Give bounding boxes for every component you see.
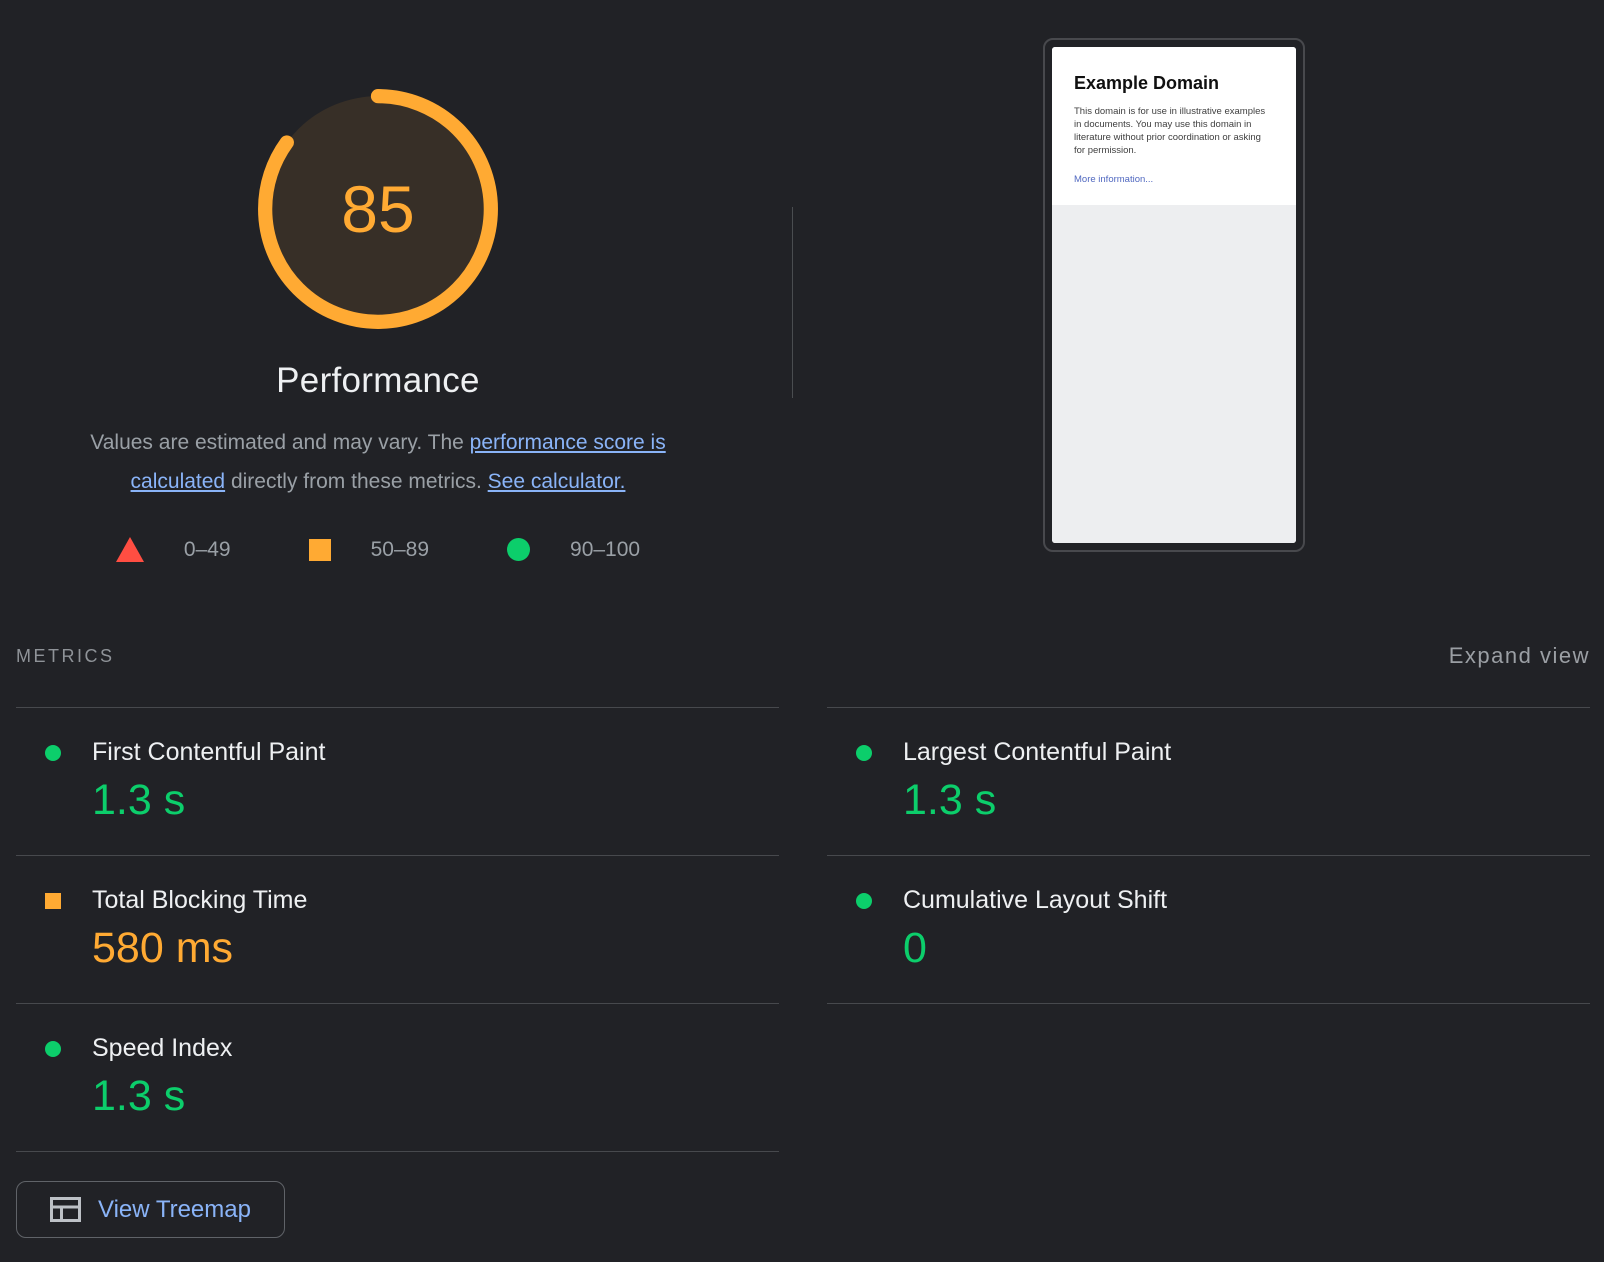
metric-value: 580 ms [92, 924, 779, 973]
metrics-grid: First Contentful Paint 1.3 s Total Block… [16, 707, 1590, 1152]
metric-label: Total Blocking Time [92, 886, 307, 915]
screenshot-more-info-link: More information... [1074, 174, 1153, 185]
treemap-icon [50, 1197, 81, 1222]
metric-value: 1.3 s [92, 776, 779, 825]
metrics-column-right: Largest Contentful Paint 1.3 s Cumulativ… [827, 707, 1590, 1004]
metric-cumulative-layout-shift: Cumulative Layout Shift 0 [827, 855, 1590, 1004]
legend-item-fail: 0–49 [116, 537, 231, 562]
screenshot-body: This domain is for use in illustrative e… [1074, 105, 1274, 157]
metric-rating-icon [856, 893, 872, 909]
metric-rating-icon [45, 893, 61, 909]
legend-label: 50–89 [371, 538, 429, 562]
legend-item-good: 90–100 [507, 538, 640, 562]
final-screenshot-thumbnail: Example Domain This domain is for use in… [1043, 38, 1305, 552]
lighthouse-report: 85 Performance Values are estimated and … [0, 0, 1604, 1238]
metric-label: First Contentful Paint [92, 738, 325, 767]
metric-rating-icon [45, 1041, 61, 1057]
metric-value: 1.3 s [903, 776, 1590, 825]
screenshot-heading: Example Domain [1074, 73, 1274, 94]
performance-summary: 85 Performance Values are estimated and … [0, 0, 1604, 620]
metric-label: Cumulative Layout Shift [903, 886, 1167, 915]
metrics-column-left: First Contentful Paint 1.3 s Total Block… [16, 707, 779, 1152]
view-treemap-label: View Treemap [98, 1196, 251, 1224]
see-calculator-link[interactable]: See calculator. [488, 470, 626, 493]
metric-first-contentful-paint: First Contentful Paint 1.3 s [16, 707, 779, 855]
metric-value: 1.3 s [92, 1072, 779, 1121]
metric-speed-index: Speed Index 1.3 s [16, 1003, 779, 1152]
legend-label: 90–100 [570, 538, 640, 562]
metrics-header: METRICS Expand view [16, 620, 1590, 707]
performance-gauge[interactable]: 85 [256, 87, 500, 331]
page-screenshot: Example Domain This domain is for use in… [1052, 47, 1296, 543]
disclaimer-text: Values are estimated and may vary. The [90, 431, 469, 454]
metrics-section-title: METRICS [16, 646, 115, 667]
metric-label: Speed Index [92, 1034, 232, 1063]
score-column: 85 Performance Values are estimated and … [0, 0, 756, 562]
average-square-icon [309, 539, 331, 561]
vertical-divider [792, 207, 793, 398]
screenshot-background [1052, 205, 1296, 543]
metric-value: 0 [903, 924, 1590, 973]
legend-item-average: 50–89 [309, 538, 429, 562]
metric-largest-contentful-paint: Largest Contentful Paint 1.3 s [827, 707, 1590, 855]
metric-rating-icon [856, 745, 872, 761]
screenshot-content: Example Domain This domain is for use in… [1052, 47, 1296, 205]
fail-triangle-icon [116, 537, 144, 562]
disclaimer-text: directly from these metrics. [225, 470, 488, 493]
category-title: Performance [276, 361, 480, 401]
metric-rating-icon [45, 745, 61, 761]
score-scale-legend: 0–49 50–89 90–100 [116, 537, 640, 562]
metric-label: Largest Contentful Paint [903, 738, 1171, 767]
expand-view-button[interactable]: Expand view [1449, 643, 1590, 669]
good-circle-icon [507, 538, 530, 561]
performance-score: 85 [256, 87, 500, 331]
metric-total-blocking-time: Total Blocking Time 580 ms [16, 855, 779, 1003]
view-treemap-button[interactable]: View Treemap [16, 1181, 285, 1238]
score-disclaimer: Values are estimated and may vary. The p… [58, 423, 698, 501]
metrics-section: METRICS Expand view First Contentful Pai… [0, 620, 1604, 1238]
legend-label: 0–49 [184, 538, 231, 562]
